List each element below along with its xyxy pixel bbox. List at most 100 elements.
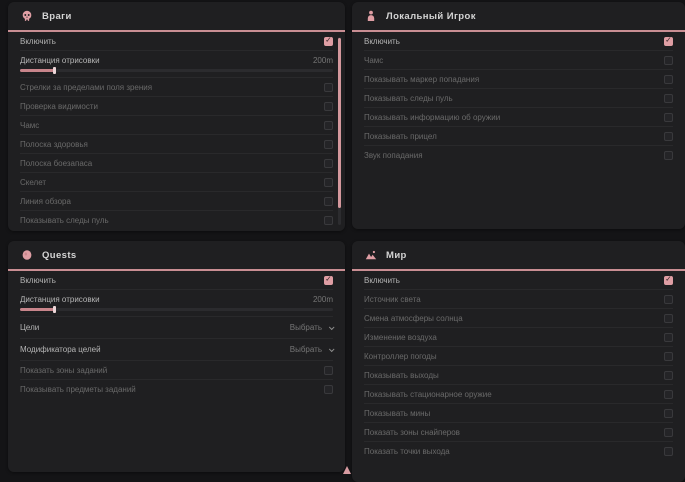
row-label: Источник света [364, 295, 421, 304]
settings-row-3-2[interactable]: Смена атмосферы солнца [364, 309, 673, 328]
checkbox-checked[interactable]: ✓ [664, 276, 673, 285]
row-label: Скелет [20, 178, 46, 187]
panel-enemies-header[interactable]: Враги [8, 2, 345, 32]
settings-row-0-5[interactable]: Полоска здоровья [20, 135, 333, 154]
slider-value: 200m [313, 295, 333, 304]
settings-row-3-4[interactable]: Контроллер погоды [364, 347, 673, 366]
person-icon [365, 10, 377, 22]
settings-row-2-4[interactable]: Показать зоны заданий [20, 361, 333, 380]
panel-local-player: Локальный Игрок Включить✓ЧамсПоказывать … [352, 2, 685, 229]
row-label: Цели [20, 323, 39, 332]
settings-row-1-2[interactable]: Показывать маркер попадания [364, 70, 673, 89]
check-icon: ✓ [325, 276, 332, 284]
settings-row-0-9[interactable]: Показывать следы пуль [20, 211, 333, 230]
row-label: Стрелки за пределами поля зрения [20, 83, 152, 92]
slider-track[interactable] [20, 69, 333, 72]
checkbox-unchecked[interactable] [324, 385, 333, 394]
settings-row-3-5[interactable]: Показывать выходы [364, 366, 673, 385]
settings-row-1-6[interactable]: Звук попадания [364, 146, 673, 165]
panel-enemies: Враги Включить✓Дистанция отрисовки200m Ст… [8, 2, 345, 231]
dropdown[interactable]: Выбрать [290, 345, 333, 354]
settings-row-0-3[interactable]: Проверка видимости [20, 97, 333, 116]
settings-row-2-2[interactable]: Цели Выбрать [20, 317, 333, 339]
slider-fill [20, 69, 54, 72]
checkbox-unchecked[interactable] [324, 216, 333, 225]
checkbox-unchecked[interactable] [664, 132, 673, 141]
row-label: Проверка видимости [20, 102, 98, 111]
checkbox-unchecked[interactable] [664, 295, 673, 304]
panel-world: Мир Включить✓ Источник света Смена атмосфе… [352, 241, 685, 482]
checkbox-unchecked[interactable] [664, 352, 673, 361]
settings-row-3-0[interactable]: Включить✓ [364, 271, 673, 290]
checkbox-checked[interactable]: ✓ [664, 37, 673, 46]
panel-title: Локальный Игрок [386, 11, 476, 22]
slider-track[interactable] [20, 308, 333, 311]
checkbox-unchecked[interactable] [324, 197, 333, 206]
settings-row-0-0[interactable]: Включить✓ [20, 32, 333, 51]
panel-local-player-header[interactable]: Локальный Игрок [352, 2, 685, 32]
settings-row-3-7[interactable]: Показывать мины [364, 404, 673, 423]
row-label: Показывать выходы [364, 371, 439, 380]
settings-row-3-8[interactable]: Показать зоны снайперов [364, 423, 673, 442]
row-label: Показывать информацию об оружии [364, 113, 500, 122]
chevron-down-icon [329, 346, 335, 352]
checkbox-unchecked[interactable] [664, 333, 673, 342]
settings-row-1-4[interactable]: Показывать информацию об оружии [364, 108, 673, 127]
settings-row-0-8[interactable]: Линия обзора [20, 192, 333, 211]
slider-handle[interactable] [53, 306, 56, 313]
blob-icon [21, 249, 33, 261]
checkbox-unchecked[interactable] [664, 151, 673, 160]
checkbox-unchecked[interactable] [324, 140, 333, 149]
checkbox-unchecked[interactable] [664, 113, 673, 122]
check-icon: ✓ [665, 276, 672, 284]
scrollbar-thumb[interactable] [338, 38, 341, 208]
row-label: Звук попадания [364, 151, 423, 160]
settings-row-2-5[interactable]: Показывать предметы заданий [20, 380, 333, 399]
settings-row-3-9[interactable]: Показать точки выхода [364, 442, 673, 461]
checkbox-unchecked[interactable] [324, 83, 333, 92]
checkbox-unchecked[interactable] [324, 121, 333, 130]
dropdown-value: Выбрать [290, 345, 322, 354]
settings-row-1-5[interactable]: Показывать прицел [364, 127, 673, 146]
panel-world-header[interactable]: Мир [352, 241, 685, 271]
settings-row-3-1[interactable]: Источник света [364, 290, 673, 309]
settings-row-2-0[interactable]: Включить✓ [20, 271, 333, 290]
slider-handle[interactable] [53, 67, 56, 74]
checkbox-unchecked[interactable] [324, 178, 333, 187]
checkbox-unchecked[interactable] [664, 390, 673, 399]
settings-row-3-6[interactable]: Показывать стационарное оружие [364, 385, 673, 404]
chevron-down-icon [329, 324, 335, 330]
settings-row-3-3[interactable]: Изменение воздуха [364, 328, 673, 347]
settings-row-0-6[interactable]: Полоска боезапаса [20, 154, 333, 173]
settings-row-0-4[interactable]: Чамс [20, 116, 333, 135]
checkbox-unchecked[interactable] [324, 102, 333, 111]
skull-icon [21, 10, 33, 22]
row-label: Изменение воздуха [364, 333, 437, 342]
settings-row-1-0[interactable]: Включить ✓ [364, 32, 673, 51]
row-label: Включить [364, 37, 400, 46]
checkbox-unchecked[interactable] [664, 94, 673, 103]
settings-row-2-3[interactable]: Модификатора целейВыбрать [20, 339, 333, 361]
mouse-cursor [343, 466, 351, 474]
checkbox-unchecked[interactable] [664, 314, 673, 323]
settings-row-1-1[interactable]: Чамс [364, 51, 673, 70]
settings-row-1-3[interactable]: Показывать следы пуль [364, 89, 673, 108]
settings-row-0-2[interactable]: Стрелки за пределами поля зрения [20, 78, 333, 97]
settings-row-0-1: Дистанция отрисовки200m [20, 51, 333, 78]
row-label: Показывать мины [364, 409, 430, 418]
checkbox-unchecked[interactable] [324, 159, 333, 168]
checkbox-unchecked[interactable] [664, 447, 673, 456]
checkbox-unchecked[interactable] [664, 409, 673, 418]
checkbox-unchecked[interactable] [324, 366, 333, 375]
row-label: Линия обзора [20, 197, 71, 206]
dropdown[interactable]: Выбрать [290, 323, 333, 332]
checkbox-unchecked[interactable] [664, 428, 673, 437]
settings-row-0-7[interactable]: Скелет [20, 173, 333, 192]
panel-quests-header[interactable]: Quests [8, 241, 345, 271]
checkbox-unchecked[interactable] [664, 56, 673, 65]
slider-fill [20, 308, 54, 311]
checkbox-unchecked[interactable] [664, 75, 673, 84]
checkbox-checked[interactable]: ✓ [324, 276, 333, 285]
checkbox-unchecked[interactable] [664, 371, 673, 380]
checkbox-checked[interactable]: ✓ [324, 37, 333, 46]
